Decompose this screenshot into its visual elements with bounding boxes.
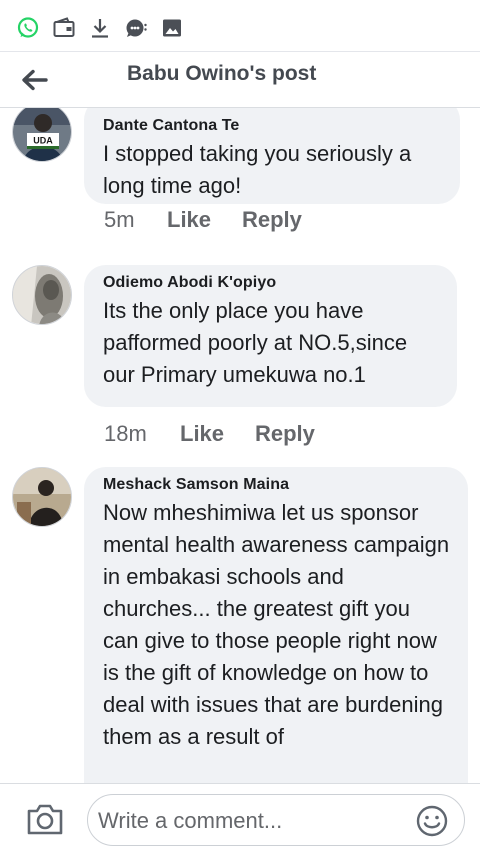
comment-author[interactable]: Dante Cantona Te: [103, 116, 442, 136]
avatar[interactable]: [12, 467, 72, 527]
comment-author[interactable]: Odiemo Abodi K'opiyo: [103, 273, 439, 293]
emoji-button[interactable]: [415, 804, 449, 838]
avatar-badge: UDA: [33, 136, 53, 146]
whatsapp-icon: [16, 16, 40, 40]
comment-time[interactable]: 5m: [104, 207, 167, 233]
like-button[interactable]: Like: [180, 421, 255, 447]
comment-bubble[interactable]: Odiemo Abodi K'opiyo Its the only place …: [84, 265, 457, 407]
comment-text: Its the only place you have pafformed po…: [103, 298, 414, 387]
camera-icon: [27, 804, 63, 835]
comment-bubble[interactable]: Dante Cantona Te I stopped taking you se…: [84, 108, 460, 204]
comment-author[interactable]: Meshack Samson Maina: [103, 475, 450, 495]
avatar[interactable]: UDA: [12, 108, 72, 162]
comment-list: UDA Dante Cantona Te I stopped taking yo…: [0, 108, 480, 783]
comment-input[interactable]: Write a comment...: [87, 794, 465, 846]
comment-text: Now mheshimiwa let us sponsor mental hea…: [103, 500, 456, 749]
image-icon: [160, 16, 184, 40]
arrow-left-icon: [22, 69, 48, 91]
camera-button[interactable]: [26, 802, 64, 836]
smiley-icon: [416, 805, 448, 837]
comment-placeholder: Write a comment...: [98, 808, 283, 833]
chat-bubble-icon: [124, 16, 148, 40]
comment-composer: Write a comment...: [0, 783, 480, 854]
like-button[interactable]: Like: [167, 207, 242, 233]
back-button[interactable]: [18, 66, 50, 94]
page-title: Babu Owino's post: [127, 62, 317, 85]
reply-button[interactable]: Reply: [255, 421, 315, 447]
comment-actions: 18m Like Reply: [104, 420, 315, 448]
status-bar: [0, 0, 480, 52]
wallet-icon: [52, 16, 76, 40]
comment-text: I stopped taking you seriously a long ti…: [103, 141, 418, 198]
comment-bubble[interactable]: Meshack Samson Maina Now mheshimiwa let …: [84, 467, 468, 783]
reply-button[interactable]: Reply: [242, 207, 302, 233]
post-header: Babu Owino's post: [0, 52, 480, 108]
avatar[interactable]: [12, 265, 72, 325]
comment-actions: 5m Like Reply: [104, 206, 302, 234]
download-icon: [88, 16, 112, 40]
comment-time[interactable]: 18m: [104, 421, 180, 447]
